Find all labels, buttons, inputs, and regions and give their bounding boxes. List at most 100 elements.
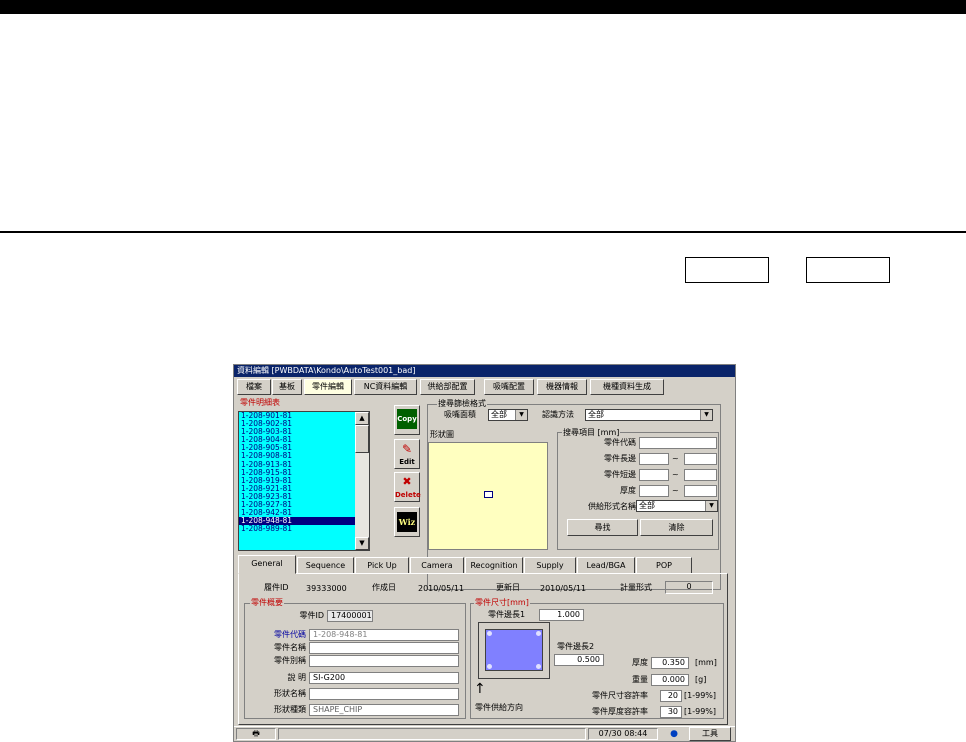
search-thick-max[interactable] [684,485,717,497]
measure-label: 計量形式 [620,583,652,592]
thick-tolerance-field[interactable]: 30 [660,706,682,718]
list-item[interactable]: 1-208-905-81 [239,444,355,452]
tab-nc-edit[interactable]: NC資料編輯 [354,379,417,395]
tab-board[interactable]: 基板 [272,379,302,395]
scroll-up-icon[interactable]: ▲ [355,412,369,425]
list-item[interactable]: 1-208-913-81 [239,461,355,469]
status-bar: 🖶 07/30 08:44 ● 工具 [234,726,735,741]
recog-method-combo[interactable]: 全部 ▼ [585,409,713,421]
search-thick-label: 厚度 [620,486,636,495]
list-item[interactable]: 1-208-942-81 [239,509,355,517]
globe-icon[interactable]: ● [665,728,683,740]
created-label: 作成日 [372,583,396,592]
tools-button[interactable]: 工具 [689,727,731,741]
search-short-min[interactable] [639,469,669,481]
search-items-legend: 搜尋項目 [mm] [562,427,621,438]
scroll-down-icon[interactable]: ▼ [355,537,369,550]
tab-file[interactable]: 檔案 [237,379,271,395]
list-item[interactable]: 1-208-921-81 [239,485,355,493]
tab-pop[interactable]: POP [636,557,692,574]
chevron-down-icon[interactable]: ▼ [705,501,717,511]
weight-field[interactable]: 0.000 [651,674,689,686]
copy-icon: Copy [397,409,417,429]
list-item[interactable]: 1-208-904-81 [239,436,355,444]
tab-machine-info[interactable]: 機器情報 [537,379,587,395]
search-button[interactable]: 尋找 [567,519,638,536]
thick-tolerance-unit: [1-99%] [684,707,716,716]
search-long-max[interactable] [684,453,717,465]
data-edit-window: 資料編輯 [PWBDATA\Kondo\AutoTest001_bad] 檔案 … [233,364,736,742]
nozzle-area-label: 吸嘴面積 [444,410,476,419]
tab-sequence[interactable]: Sequence [297,557,354,574]
part-id-label: 零件ID [299,611,324,620]
tab-camera[interactable]: Camera [410,557,464,574]
chevron-down-icon[interactable]: ▼ [515,410,527,420]
shape-type-field[interactable]: SHAPE_CHIP [309,704,459,716]
clear-button[interactable]: 清除 [640,519,713,536]
tab-part-edit[interactable]: 零件編輯 [304,379,352,395]
list-item[interactable]: 1-208-901-81 [239,412,355,420]
shape-preview [428,442,548,550]
blank-box-right [806,257,890,283]
chevron-down-icon[interactable]: ▼ [700,410,712,420]
tab-supply[interactable]: Supply [524,557,576,574]
supply-type-combo[interactable]: 全部 ▼ [636,500,718,512]
parts-list[interactable]: 1-208-901-81 1-208-902-81 1-208-903-81 1-20… [238,411,370,551]
tab-general[interactable]: General [238,555,296,574]
status-datetime: 07/30 08:44 [588,728,658,740]
search-thick-min[interactable] [639,485,669,497]
tilde-3: ~ [672,486,679,495]
search-short-label: 零件短邊 [604,470,636,479]
list-item[interactable]: 1-208-908-81 [239,452,355,460]
list-item[interactable]: 1-208-927-81 [239,501,355,509]
thick-field[interactable]: 0.350 [651,657,689,669]
tab-feeder-layout[interactable]: 供給部配置 [420,379,475,395]
edit-label: Edit [399,458,415,466]
list-item[interactable]: 1-208-923-81 [239,493,355,501]
part-code-field[interactable]: 1-208-948-81 [309,629,459,641]
wizard-button[interactable]: Wiz [394,507,420,537]
description-label: 說 明 [287,673,306,682]
edge1-field[interactable]: 1.000 [539,609,584,621]
search-filter-legend: 搜尋篩檢格式 [437,398,487,409]
search-code-input[interactable] [639,437,717,449]
printer-icon[interactable]: 🖶 [236,728,276,740]
part-name-label: 零件名稱 [274,643,306,652]
tab-nozzle-layout[interactable]: 吸嘴配置 [484,379,534,395]
copy-button[interactable]: Copy [394,405,420,435]
list-scrollbar[interactable]: ▲ ▼ [355,412,369,550]
part-alias-label: 零件別稱 [274,656,306,665]
list-item[interactable]: 1-208-903-81 [239,428,355,436]
tilde-2: ~ [672,470,679,479]
delete-button[interactable]: ✖ Delete [394,472,421,502]
recog-method-value: 全部 [588,410,604,419]
history-id-label: 履件ID [264,583,289,592]
tab-machine-data-gen[interactable]: 機種資料生成 [590,379,664,395]
list-item[interactable]: 1-208-919-81 [239,477,355,485]
part-name-field[interactable] [309,642,459,654]
edge2-field[interactable]: 0.500 [554,654,604,666]
scroll-thumb[interactable] [355,425,369,453]
status-message [278,728,586,740]
list-item[interactable]: 1-208-989-81 [239,525,355,533]
parts-list-items: 1-208-901-81 1-208-902-81 1-208-903-81 1-20… [239,412,355,550]
shape-name-field[interactable] [309,688,459,700]
tab-recognition[interactable]: Recognition [465,557,523,574]
list-item[interactable]: 1-208-902-81 [239,420,355,428]
feed-direction-arrow-icon: ↑ [474,681,486,697]
edit-button[interactable]: ✎ Edit [394,439,420,469]
search-short-max[interactable] [684,469,717,481]
size-tolerance-field[interactable]: 20 [660,690,682,702]
list-item[interactable]: 1-208-915-81 [239,469,355,477]
nozzle-area-combo[interactable]: 全部 ▼ [488,409,528,421]
tab-pick-up[interactable]: Pick Up [355,557,409,574]
description-field[interactable]: SI-G200 [309,672,459,684]
search-long-min[interactable] [639,453,669,465]
list-item[interactable]: 1-208-948-81 [239,517,355,526]
search-code-label: 零件代碼 [604,438,636,447]
tab-lead-bga[interactable]: Lead/BGA [577,557,635,574]
created-value: 2010/05/11 [418,584,465,593]
search-long-label: 零件長邊 [604,454,636,463]
corner-pad-icon [536,631,541,636]
part-alias-field[interactable] [309,655,459,667]
